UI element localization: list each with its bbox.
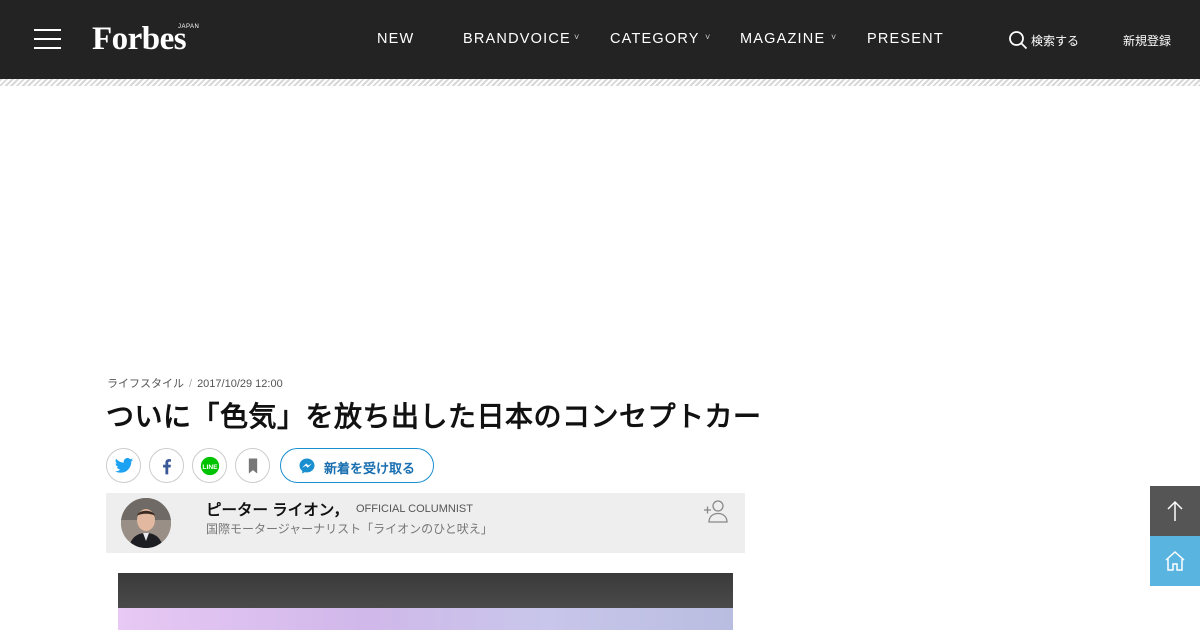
article-date: 2017/10/29 12:00 (197, 378, 283, 390)
nav-new[interactable]: NEW (377, 30, 414, 48)
home-icon (1165, 550, 1185, 571)
search-label: 検索する (1031, 34, 1080, 48)
add-user-icon (704, 500, 728, 523)
category-link[interactable]: ライフスタイル (107, 378, 184, 390)
menu-icon[interactable] (34, 29, 61, 49)
chevron-down-icon: ˅ (831, 32, 837, 42)
chevron-down-icon: ˅ (574, 32, 580, 42)
nav-magazine[interactable]: MAGAZINE (740, 30, 825, 48)
nav-brandvoice[interactable]: BRANDVOICE (463, 30, 571, 48)
hero-image-lights (118, 608, 733, 630)
article-hero-image (118, 573, 733, 630)
author-box: ピーター ライオン， OFFICIAL COLUMNIST 国際モータージャーナ… (106, 493, 745, 553)
facebook-share-button[interactable] (149, 448, 184, 483)
author-avatar[interactable] (121, 498, 171, 548)
author-role: OFFICIAL COLUMNIST (356, 503, 473, 515)
twitter-share-button[interactable] (106, 448, 141, 483)
author-description: 国際モータージャーナリスト「ライオンのひと吠え」 (206, 522, 493, 536)
messenger-icon (299, 458, 315, 474)
messenger-subscribe-button[interactable]: 新着を受け取る (280, 448, 434, 483)
nav-present[interactable]: PRESENT (867, 30, 944, 48)
svg-text:LINE: LINE (202, 464, 218, 471)
breadcrumb: ライフスタイル / 2017/10/29 12:00 (107, 375, 283, 391)
arrow-up-icon (1167, 500, 1183, 521)
bookmark-button[interactable] (235, 448, 270, 483)
twitter-icon (114, 458, 134, 473)
chevron-down-icon: ˅ (705, 32, 711, 42)
register-link[interactable]: 新規登録 (1123, 32, 1171, 49)
home-button[interactable] (1150, 536, 1200, 586)
breadcrumb-separator: / (189, 378, 193, 390)
follow-author-button[interactable] (703, 499, 729, 523)
bookmark-icon (248, 458, 258, 474)
author-photo (121, 498, 171, 548)
line-icon: LINE (200, 456, 220, 476)
search-icon (1009, 31, 1028, 50)
author-name[interactable]: ピーター ライオン， (206, 498, 349, 520)
logo-sub: JAPAN (178, 24, 200, 30)
facebook-icon (163, 459, 171, 475)
header-divider (0, 79, 1200, 86)
forbes-logo[interactable]: Forbes JAPAN (92, 20, 204, 58)
article-title: ついに「色気」を放ち出した日本のコンセプトカー (106, 401, 762, 432)
nav-category[interactable]: CATEGORY (610, 30, 700, 48)
logo-text: Forbes (92, 21, 187, 57)
scroll-to-top-button[interactable] (1150, 486, 1200, 536)
site-header: Forbes JAPAN NEW BRANDVOICE ˅ CATEGORY ˅… (0, 0, 1200, 79)
line-share-button[interactable]: LINE (192, 448, 227, 483)
hero-image-ceiling (118, 573, 733, 608)
messenger-label: 新着を受け取る (324, 461, 416, 476)
